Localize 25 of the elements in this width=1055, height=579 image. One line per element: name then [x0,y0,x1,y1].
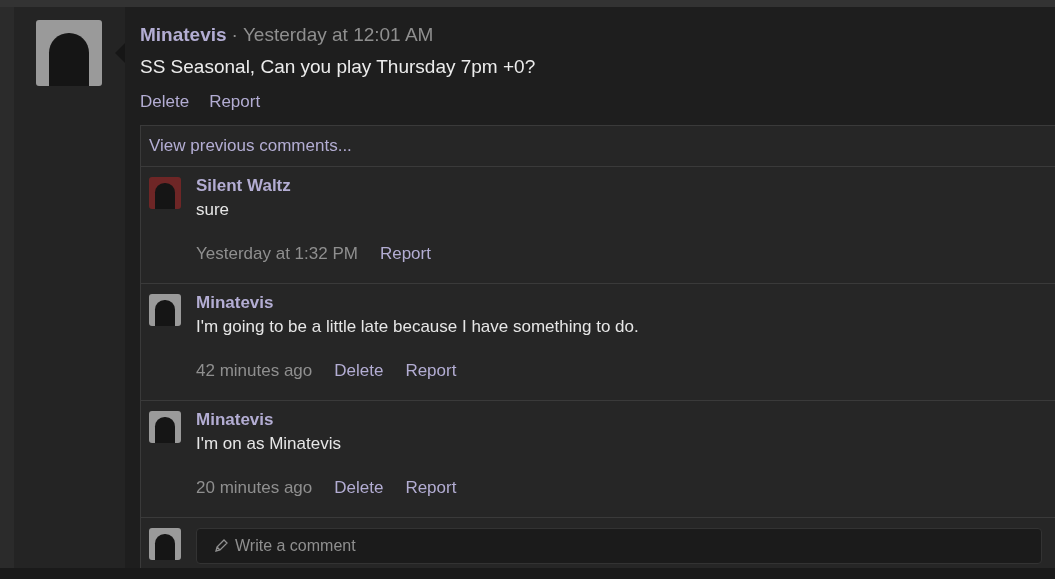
author-name[interactable]: Minatevis [196,411,457,429]
action-link[interactable]: Report [209,91,261,113]
action-link[interactable]: Report [405,361,457,381]
action-link[interactable]: Delete [334,361,384,381]
avatar-placeholder [149,528,181,560]
comment-field[interactable]: Write a comment [196,528,1042,564]
action-link[interactable]: Report [405,478,457,498]
action-link[interactable]: Delete [334,478,384,498]
pencil-icon [213,538,229,554]
author-name[interactable]: Minatevis [196,294,639,312]
comment-text: I'm going to be a little late because I have something to do. [196,317,639,337]
author-name[interactable]: Silent Waltz [196,177,431,195]
author-name[interactable]: Minatevis [140,23,227,47]
timestamp: Yesterday at 12:01 AM [242,23,434,47]
timestamp: 20 minutes ago [196,478,313,498]
timestamp: Yesterday at 1:32 PM [196,244,358,264]
comment-text: sure [196,200,231,220]
view-previous-link[interactable]: View previous comments... [141,126,1055,166]
comment-text: I'm on as Minatevis [196,434,342,454]
action-link[interactable]: Delete [140,91,190,113]
separator-dot: · [231,23,238,47]
avatar-placeholder [36,20,102,86]
post-text: SS Seasonal, Can you play Thursday 7pm +0? [140,55,537,79]
action-link[interactable]: Report [379,244,431,264]
timestamp: 42 minutes ago [196,361,313,381]
